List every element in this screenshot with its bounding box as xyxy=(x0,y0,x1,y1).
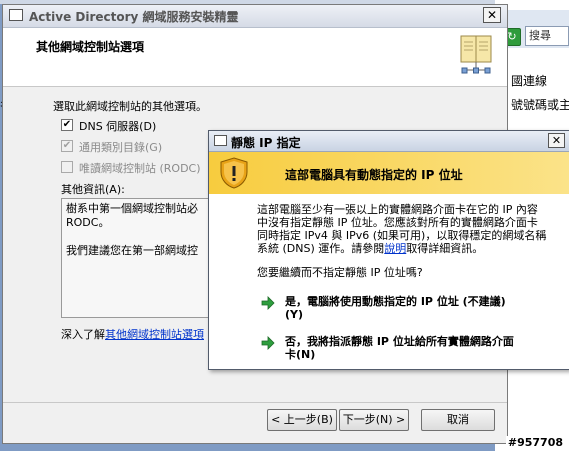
global-catalog-checkbox[interactable]: ✔ xyxy=(61,140,73,152)
warning-shield-icon xyxy=(220,157,248,189)
dialog-close-button[interactable]: ✕ xyxy=(548,133,565,148)
wizard-title: Active Directory 網域服務安裝精靈 xyxy=(29,10,239,24)
dialog-titlebar[interactable]: 靜態 IP 指定 ✕ xyxy=(209,131,569,152)
option-no-line1: 否，我將指派靜態 IP 位址給所有實體網路介面 xyxy=(285,335,514,348)
option-yes-label: 是，電腦將使用動態指定的 IP 位址 (不建議) (Y) xyxy=(285,295,565,321)
cancel-button[interactable]: 取消 xyxy=(421,409,495,431)
info-line: 我們建議您在第一部網域控 xyxy=(66,244,198,257)
dialog-message: 這部電腦至少有一張以上的實體網路介面卡在它的 IP 內容 中沒有指定靜態 IP … xyxy=(257,203,562,255)
info-label: 其他資訊(A): xyxy=(61,183,125,196)
window-icon xyxy=(214,135,227,146)
info-line: RODC。 xyxy=(66,216,110,229)
learn-more: 深入了解其他網域控制站選項 xyxy=(61,326,204,342)
button-separator xyxy=(3,402,507,403)
rodc-checkbox[interactable] xyxy=(61,161,73,173)
option-yes-line1: 是，電腦將使用動態指定的 IP 位址 (不建議) xyxy=(285,295,506,308)
message-line: 同時指定 IPv4 與 IPv6 (如果可用)，以取得穩定的網域名稱 xyxy=(257,229,547,242)
warning-banner: 這部電腦具有動態指定的 IP 位址 xyxy=(209,152,569,194)
message-line: 這部電腦至少有一張以上的實體網路介面卡在它的 IP 內容 xyxy=(257,203,538,216)
learn-more-link[interactable]: 其他網域控制站選項 xyxy=(105,328,204,341)
dns-server-checkbox[interactable]: ✔ xyxy=(61,119,73,131)
window-icon xyxy=(9,9,23,21)
watermark-id: #957708 xyxy=(505,436,565,449)
info-textbox[interactable]: 樹系中第一個網域控制站必 RODC。 我們建議您在第一部網域控 xyxy=(61,198,221,318)
green-arrow-icon xyxy=(261,336,275,350)
background-search-input[interactable]: 搜尋 xyxy=(525,26,569,46)
message-line: 中沒有指定靜態 IP 位址。您應該對所有的實體網路介面卡 xyxy=(257,216,538,229)
green-arrow-icon xyxy=(261,296,275,310)
option-yes-line2: (Y) xyxy=(285,308,304,321)
info-line: 樹系中第一個網域控制站必 xyxy=(66,202,198,215)
background-text-line2: 號號碼或主 xyxy=(511,98,569,112)
dialog-title: 靜態 IP 指定 xyxy=(231,136,301,150)
static-ip-dialog: 靜態 IP 指定 ✕ 這部電腦具有動態指定的 IP 位址 這部電腦至少有一張以上… xyxy=(208,130,569,370)
message-line-text: 系統 (DNS) 運作。請參閱 xyxy=(257,242,385,255)
next-button[interactable]: 下一步(N) > xyxy=(339,409,409,431)
options-intro: 選取此網域控制站的其他選項。 xyxy=(53,100,207,113)
message-line-suffix: 取得詳細資訊。 xyxy=(406,242,484,255)
wizard-close-button[interactable]: ✕ xyxy=(483,7,501,23)
rodc-label: 唯讀網域控制站 (RODC) xyxy=(79,162,201,175)
dialog-question: 您要繼續而不指定靜態 IP 位址嗎? xyxy=(257,266,423,279)
page-title: 其他網域控制站選項 xyxy=(36,40,145,54)
option-yes-button[interactable]: 是，電腦將使用動態指定的 IP 位址 (不建議) (Y) xyxy=(261,295,561,323)
option-no-button[interactable]: 否，我將指派靜態 IP 位址給所有實體網路介面 卡(N) xyxy=(261,335,561,363)
global-catalog-label: 通用類別目錄(G) xyxy=(79,141,163,154)
background-text-line1: 國連線 xyxy=(511,74,548,88)
dns-server-label: DNS 伺服器(D) xyxy=(79,120,157,133)
back-button[interactable]: < 上一步(B) xyxy=(267,409,337,431)
option-no-line2: 卡(N) xyxy=(285,348,316,361)
message-line: 系統 (DNS) 運作。請參閱說明取得詳細資訊。 xyxy=(257,242,562,255)
book-icon xyxy=(460,35,492,74)
help-link[interactable]: 說明 xyxy=(384,242,406,255)
wizard-header: 其他網域控制站選項 xyxy=(3,28,507,87)
wizard-titlebar[interactable]: Active Directory 網域服務安裝精靈 ✕ xyxy=(3,5,507,28)
info-line xyxy=(66,230,216,244)
warning-heading: 這部電腦具有動態指定的 IP 位址 xyxy=(285,168,463,182)
learn-more-prefix: 深入了解 xyxy=(61,328,105,341)
option-no-label: 否，我將指派靜態 IP 位址給所有實體網路介面 卡(N) xyxy=(285,335,565,361)
